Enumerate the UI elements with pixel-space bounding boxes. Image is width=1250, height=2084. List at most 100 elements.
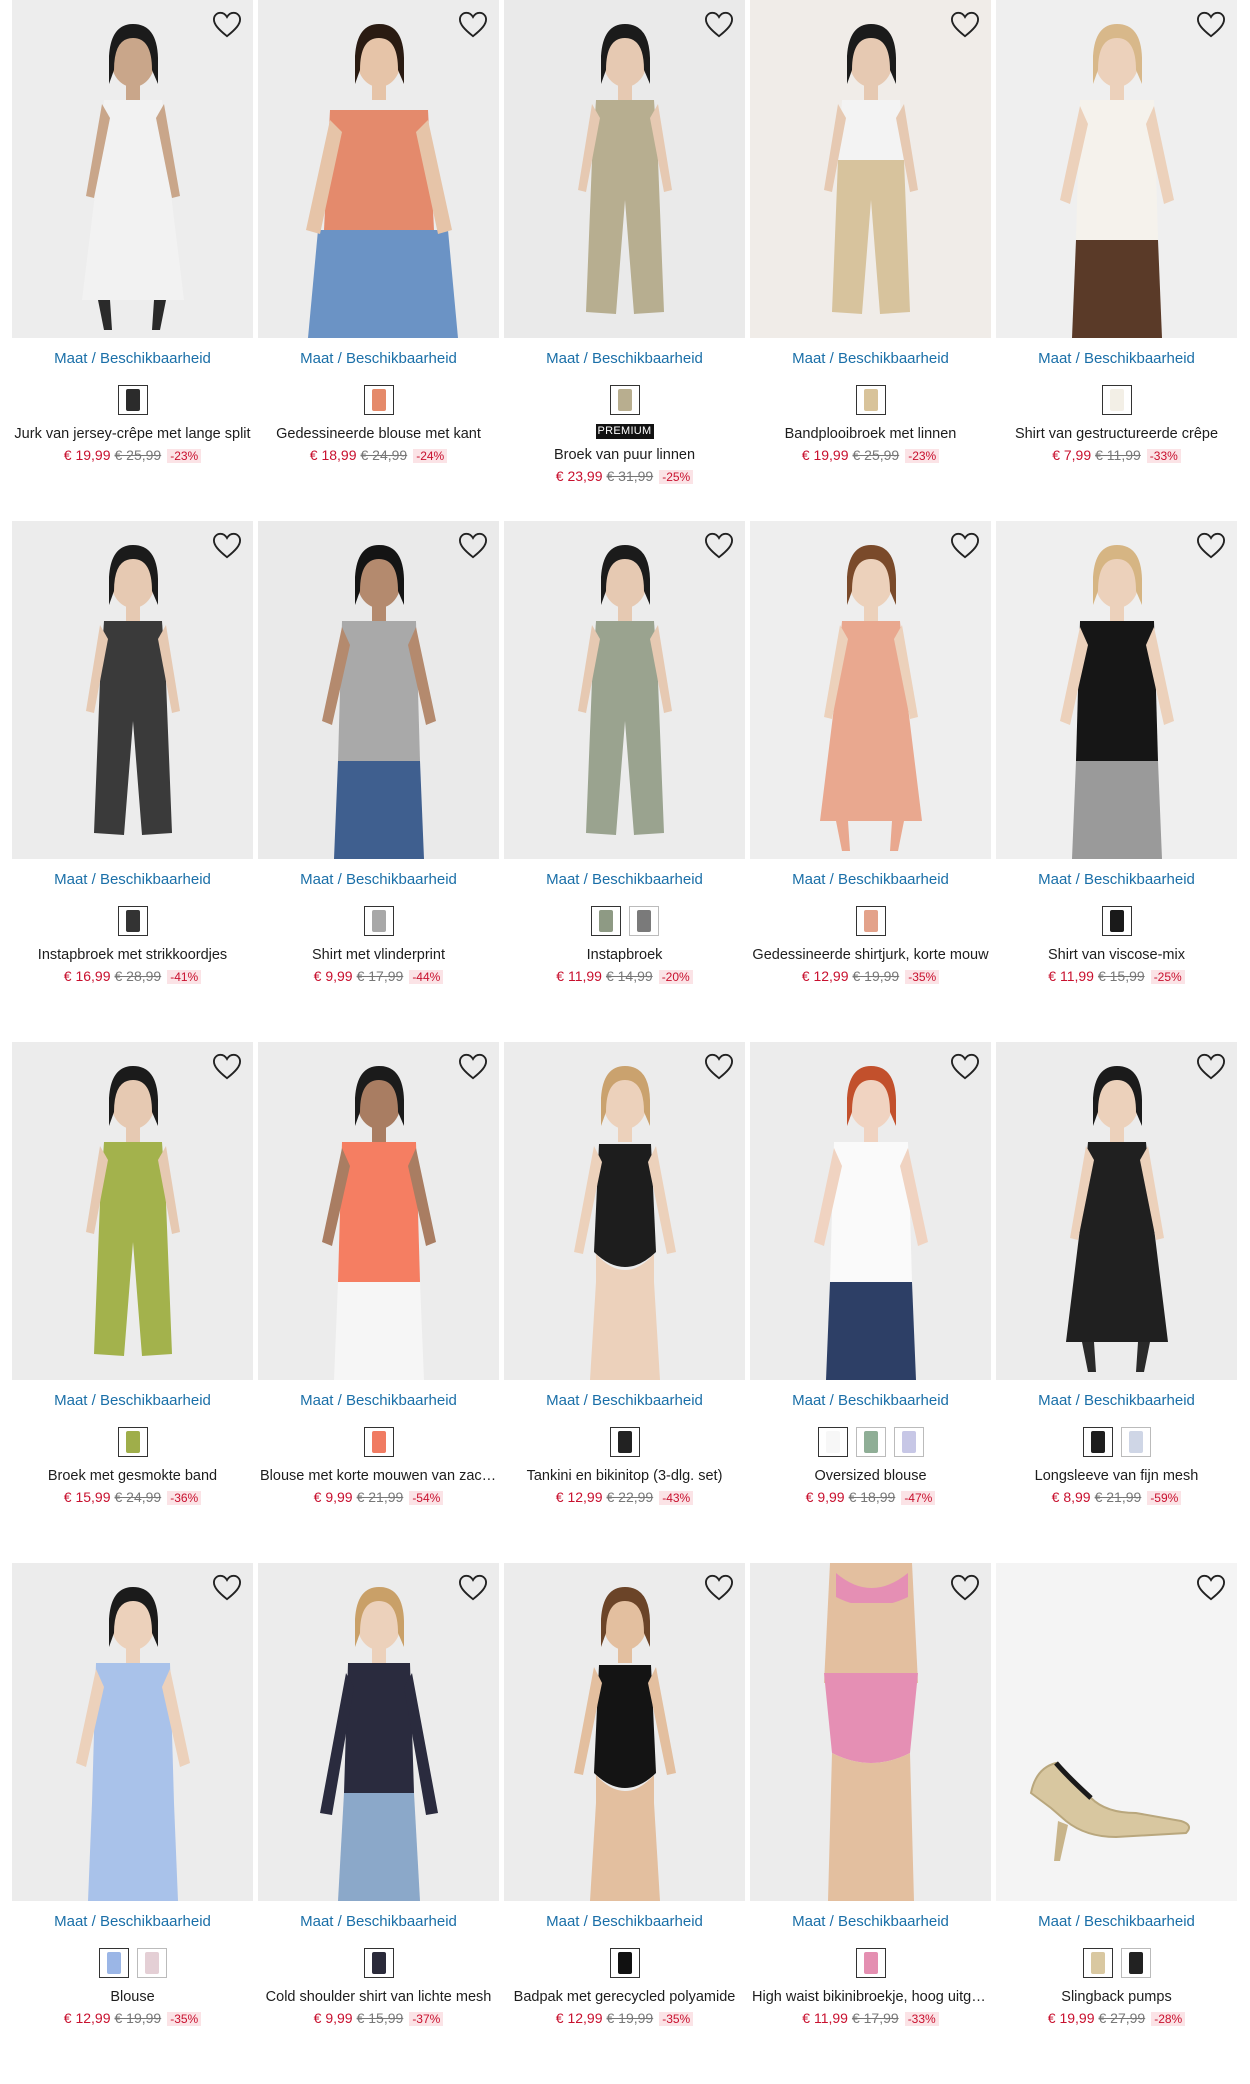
product-card[interactable]: Maat / Beschikbaarheid Longsleeve van fi… xyxy=(996,1042,1237,1563)
product-name[interactable]: Bandplooibroek met linnen xyxy=(750,425,991,443)
product-card[interactable]: Maat / Beschikbaarheid Broek met gesmokt… xyxy=(12,1042,253,1563)
product-card[interactable]: Maat / Beschikbaarheid Shirt van viscose… xyxy=(996,521,1237,1042)
size-availability-link[interactable]: Maat / Beschikbaarheid xyxy=(258,1392,499,1410)
product-card[interactable]: Maat / Beschikbaarheid Badpak met gerecy… xyxy=(504,1563,745,2084)
color-swatch[interactable] xyxy=(98,1948,129,1978)
size-availability-link[interactable]: Maat / Beschikbaarheid xyxy=(504,1392,745,1410)
wishlist-heart-icon[interactable] xyxy=(1195,9,1227,41)
size-availability-link[interactable]: Maat / Beschikbaarheid xyxy=(750,871,991,889)
size-availability-link[interactable]: Maat / Beschikbaarheid xyxy=(258,1913,499,1931)
wishlist-heart-icon[interactable] xyxy=(211,530,243,562)
size-availability-link[interactable]: Maat / Beschikbaarheid xyxy=(12,871,253,889)
product-image[interactable] xyxy=(504,1563,745,1901)
wishlist-heart-icon[interactable] xyxy=(457,1572,489,1604)
product-image[interactable] xyxy=(12,0,253,338)
size-availability-link[interactable]: Maat / Beschikbaarheid xyxy=(504,1913,745,1931)
product-name[interactable]: Blouse xyxy=(12,1988,253,2006)
product-name[interactable]: Gedessineerde shirtjurk, korte mouw xyxy=(750,946,991,964)
wishlist-heart-icon[interactable] xyxy=(1195,1051,1227,1083)
product-image[interactable] xyxy=(258,1563,499,1901)
wishlist-heart-icon[interactable] xyxy=(211,1572,243,1604)
color-swatch[interactable] xyxy=(1120,1948,1151,1978)
product-card[interactable]: Maat / Beschikbaarheid Cold shoulder shi… xyxy=(258,1563,499,2084)
color-swatch[interactable] xyxy=(609,1427,640,1457)
wishlist-heart-icon[interactable] xyxy=(211,9,243,41)
product-name[interactable]: Instapbroek met strikkoordjes xyxy=(12,946,253,964)
product-card[interactable]: Maat / Beschikbaarheid Blouse € 12,99 € 1… xyxy=(12,1563,253,2084)
color-swatch[interactable] xyxy=(363,1948,394,1978)
color-swatch[interactable] xyxy=(1082,1427,1113,1457)
product-name[interactable]: Blouse met korte mouwen van zachte visco… xyxy=(258,1467,499,1485)
product-name[interactable]: Shirt van gestructureerde crêpe xyxy=(996,425,1237,443)
color-swatch[interactable] xyxy=(363,1427,394,1457)
product-image[interactable] xyxy=(504,0,745,338)
wishlist-heart-icon[interactable] xyxy=(457,1051,489,1083)
color-swatch[interactable] xyxy=(590,906,621,936)
wishlist-heart-icon[interactable] xyxy=(1195,530,1227,562)
color-swatch[interactable] xyxy=(117,385,148,415)
product-name[interactable]: Badpak met gerecycled polyamide xyxy=(504,1988,745,2006)
color-swatch[interactable] xyxy=(1120,1427,1151,1457)
size-availability-link[interactable]: Maat / Beschikbaarheid xyxy=(258,350,499,368)
wishlist-heart-icon[interactable] xyxy=(703,530,735,562)
product-card[interactable]: Maat / Beschikbaarheid Shirt van gestruc… xyxy=(996,0,1237,521)
product-card[interactable]: Maat / Beschikbaarheid Instapbroek met s… xyxy=(12,521,253,1042)
product-image[interactable] xyxy=(996,1042,1237,1380)
product-card[interactable]: Maat / Beschikbaarheid Shirt met vlinder… xyxy=(258,521,499,1042)
product-card[interactable]: Maat / Beschikbaarheid High waist bikini… xyxy=(750,1563,991,2084)
product-name[interactable]: Shirt van viscose-mix xyxy=(996,946,1237,964)
product-name[interactable]: Gedessineerde blouse met kant xyxy=(258,425,499,443)
product-name[interactable]: Longsleeve van fijn mesh xyxy=(996,1467,1237,1485)
product-card[interactable]: Maat / Beschikbaarheid Oversized blouse … xyxy=(750,1042,991,1563)
product-image[interactable] xyxy=(750,1042,991,1380)
wishlist-heart-icon[interactable] xyxy=(457,530,489,562)
product-image[interactable] xyxy=(12,1563,253,1901)
wishlist-heart-icon[interactable] xyxy=(949,1572,981,1604)
product-image[interactable] xyxy=(258,521,499,859)
wishlist-heart-icon[interactable] xyxy=(457,9,489,41)
product-name[interactable]: Instapbroek xyxy=(504,946,745,964)
size-availability-link[interactable]: Maat / Beschikbaarheid xyxy=(504,871,745,889)
product-image[interactable] xyxy=(258,0,499,338)
wishlist-heart-icon[interactable] xyxy=(703,9,735,41)
product-card[interactable]: Maat / Beschikbaarheid Slingback pumps €… xyxy=(996,1563,1237,2084)
product-name[interactable]: Broek van puur linnen xyxy=(504,446,745,464)
wishlist-heart-icon[interactable] xyxy=(211,1051,243,1083)
color-swatch[interactable] xyxy=(1101,385,1132,415)
product-name[interactable]: Cold shoulder shirt van lichte mesh xyxy=(258,1988,499,2006)
product-card[interactable]: Maat / Beschikbaarheid Bandplooibroek me… xyxy=(750,0,991,521)
color-swatch[interactable] xyxy=(609,385,640,415)
color-swatch[interactable] xyxy=(893,1427,924,1457)
color-swatch[interactable] xyxy=(817,1427,848,1457)
product-image[interactable] xyxy=(996,1563,1237,1901)
product-image[interactable] xyxy=(504,521,745,859)
wishlist-heart-icon[interactable] xyxy=(949,530,981,562)
color-swatch[interactable] xyxy=(855,906,886,936)
color-swatch[interactable] xyxy=(855,1948,886,1978)
product-name[interactable]: Broek met gesmokte band xyxy=(12,1467,253,1485)
size-availability-link[interactable]: Maat / Beschikbaarheid xyxy=(750,350,991,368)
product-card[interactable]: Maat / Beschikbaarheid Gedessineerde shi… xyxy=(750,521,991,1042)
product-card[interactable]: Maat / Beschikbaarheid Instapbroek € 11,… xyxy=(504,521,745,1042)
product-image[interactable] xyxy=(258,1042,499,1380)
size-availability-link[interactable]: Maat / Beschikbaarheid xyxy=(996,1913,1237,1931)
color-swatch[interactable] xyxy=(136,1948,167,1978)
color-swatch[interactable] xyxy=(628,906,659,936)
size-availability-link[interactable]: Maat / Beschikbaarheid xyxy=(750,1392,991,1410)
product-image[interactable] xyxy=(996,521,1237,859)
product-image[interactable] xyxy=(996,0,1237,338)
product-image[interactable] xyxy=(750,521,991,859)
color-swatch[interactable] xyxy=(363,906,394,936)
color-swatch[interactable] xyxy=(609,1948,640,1978)
size-availability-link[interactable]: Maat / Beschikbaarheid xyxy=(996,350,1237,368)
product-image[interactable] xyxy=(504,1042,745,1380)
color-swatch[interactable] xyxy=(1101,906,1132,936)
product-image[interactable] xyxy=(12,1042,253,1380)
product-image[interactable] xyxy=(750,0,991,338)
color-swatch[interactable] xyxy=(363,385,394,415)
product-name[interactable]: Jurk van jersey-crêpe met lange split xyxy=(12,425,253,443)
wishlist-heart-icon[interactable] xyxy=(949,1051,981,1083)
product-card[interactable]: Maat / Beschikbaarheid Tankini en bikini… xyxy=(504,1042,745,1563)
wishlist-heart-icon[interactable] xyxy=(703,1572,735,1604)
product-card[interactable]: Maat / Beschikbaarheid Gedessineerde blo… xyxy=(258,0,499,521)
